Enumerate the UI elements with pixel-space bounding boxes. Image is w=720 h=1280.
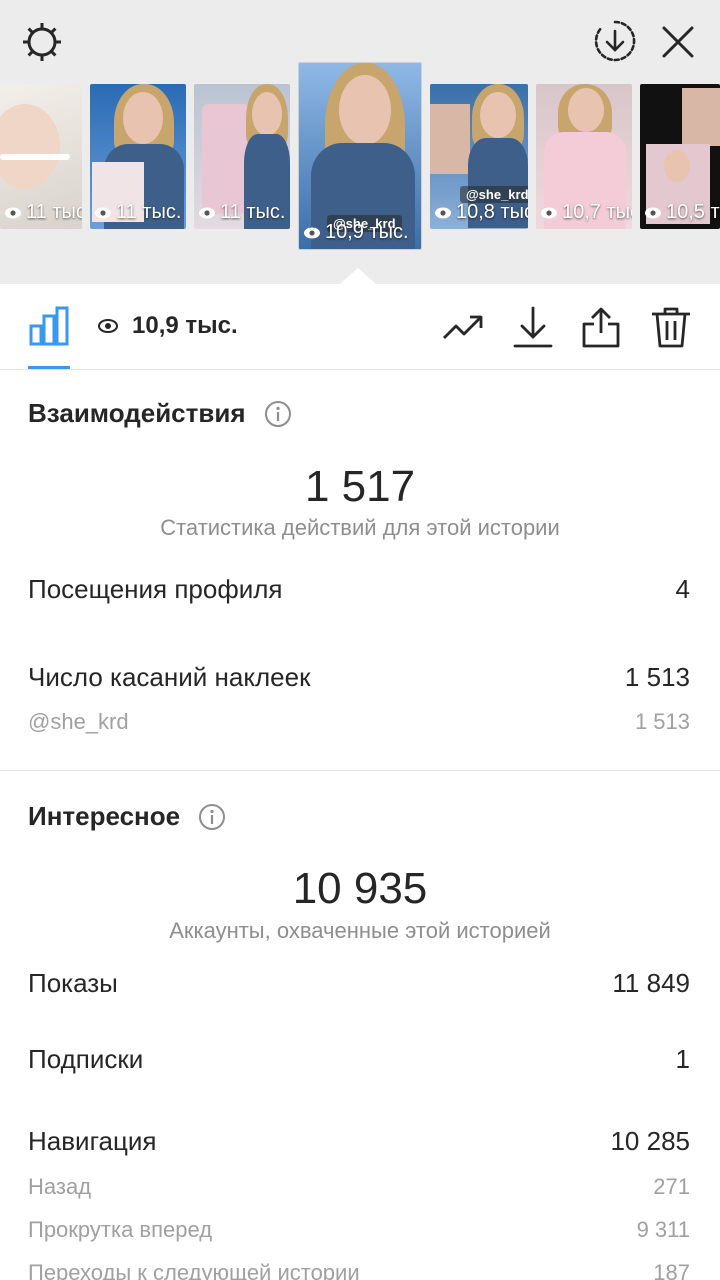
save-story-icon[interactable] [592,18,638,64]
download-icon[interactable] [512,306,554,348]
story-views: 11 тыс. [198,201,285,224]
bar-chart-icon[interactable] [28,304,70,346]
story-views: 11 тыс. [94,201,181,224]
metric-subrow: @she_krd 1 513 [28,709,690,734]
story-thumbnail[interactable]: 10,5 тыс. [640,84,720,229]
discovery-total: 10 935 [292,864,428,913]
story-strip: 11 тыс. 11 тыс. 11 тыс. @she_krd 10,9 ты… [0,0,720,284]
metric-row: Подписки 1 [28,1044,690,1074]
discovery-section-title: Интересное [28,801,226,832]
story-views: 10,5 тыс. [644,201,720,224]
active-tab-indicator [28,366,70,369]
metric-row: Посещения профиля 4 [28,574,690,604]
story-views: 10,9 тыс. [303,221,409,244]
share-icon[interactable] [580,306,622,348]
eye-icon [98,319,118,333]
close-icon[interactable] [656,20,700,64]
metric-row: Показы 11 849 [28,968,690,998]
story-views: 11 тыс. [4,201,82,224]
discovery-caption: Аккаунты, охваченные этой историей [169,918,551,943]
info-icon[interactable] [264,400,292,428]
info-icon[interactable] [198,803,226,831]
selection-pointer [340,268,376,284]
story-views: 10,7 тыс. [540,201,632,224]
story-toolbar: 10,9 тыс. [0,284,720,370]
story-thumbnail[interactable]: 10,7 тыс. [536,84,632,229]
story-views: 10,8 тыс. [434,201,528,224]
metric-row: Число касаний наклеек 1 513 [28,662,690,692]
interactions-total: 1 517 [304,462,416,511]
metric-subrow: Прокрутка вперед 9 311 [28,1217,690,1242]
story-thumbnail[interactable]: @she_krd 10,8 тыс. [430,84,528,229]
trend-icon[interactable] [442,306,484,348]
metric-row: Навигация 10 285 [28,1126,690,1156]
story-thumbnail[interactable]: 11 тыс. [194,84,290,229]
story-thumbnail[interactable]: 11 тыс. [90,84,186,229]
story-thumbnail-selected[interactable]: @she_krd 10,9 тыс. [298,62,422,250]
metric-subrow: Переходы к следующей истории 187 [28,1260,690,1280]
story-thumbnail[interactable]: 11 тыс. [0,84,82,229]
views-count: 10,9 тыс. [98,312,238,340]
section-divider [0,770,720,771]
settings-gear-icon[interactable] [18,18,66,66]
interactions-caption: Статистика действий для этой истории [160,515,560,540]
metric-subrow: Назад 271 [28,1174,690,1199]
interactions-section-title: Взаимодействия [28,398,292,429]
trash-icon[interactable] [650,306,692,348]
